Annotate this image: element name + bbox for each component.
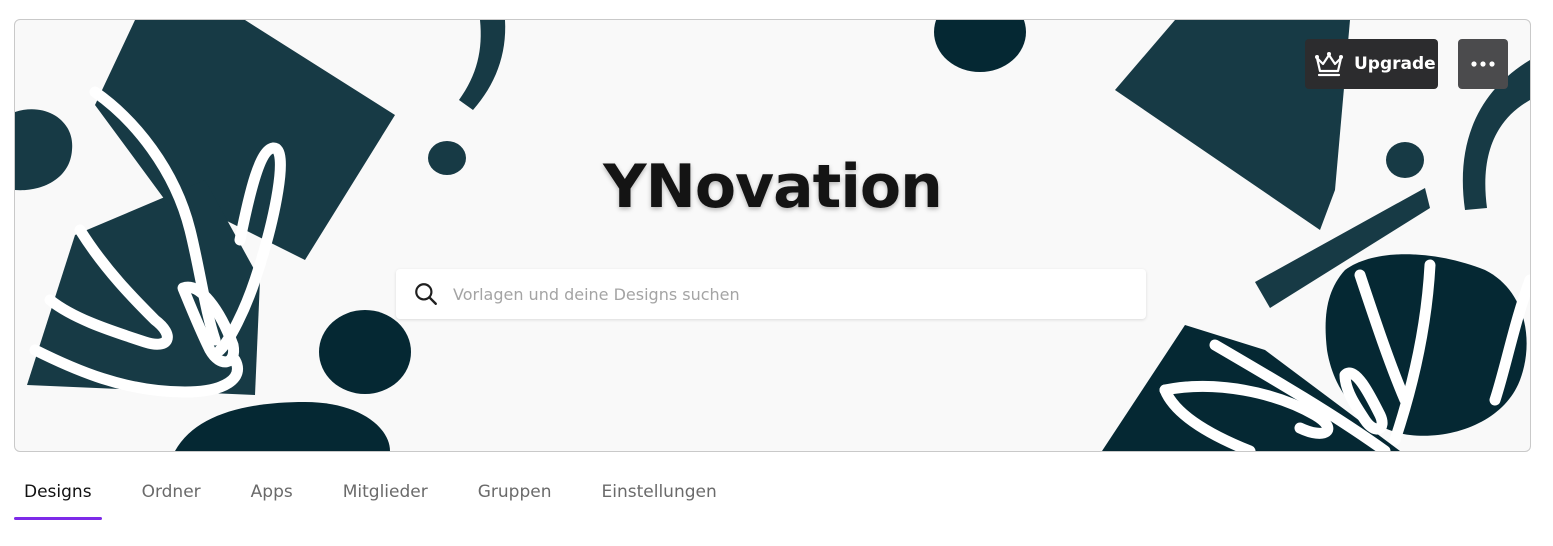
upgrade-label: Upgrade: [1354, 54, 1436, 74]
tab-einstellungen[interactable]: Einstellungen: [592, 466, 727, 520]
team-tabs: Designs Ordner Apps Mitglieder Gruppen E…: [14, 466, 757, 520]
search-bar[interactable]: [396, 269, 1146, 319]
upgrade-button[interactable]: Upgrade: [1305, 39, 1438, 89]
more-options-button[interactable]: [1458, 39, 1508, 89]
tab-ordner[interactable]: Ordner: [132, 466, 211, 520]
search-icon: [415, 283, 437, 305]
team-name-title: YNovation: [603, 152, 943, 222]
tab-gruppen[interactable]: Gruppen: [468, 466, 562, 520]
crown-icon: [1315, 52, 1343, 77]
search-input[interactable]: [451, 283, 1115, 305]
team-banner: YNovation Upgrade: [14, 19, 1531, 452]
tab-designs[interactable]: Designs: [14, 466, 102, 520]
more-horizontal-icon: [1471, 61, 1495, 67]
tab-mitglieder[interactable]: Mitglieder: [333, 466, 438, 520]
tab-apps[interactable]: Apps: [241, 466, 303, 520]
banner-illustration: [15, 20, 1530, 451]
